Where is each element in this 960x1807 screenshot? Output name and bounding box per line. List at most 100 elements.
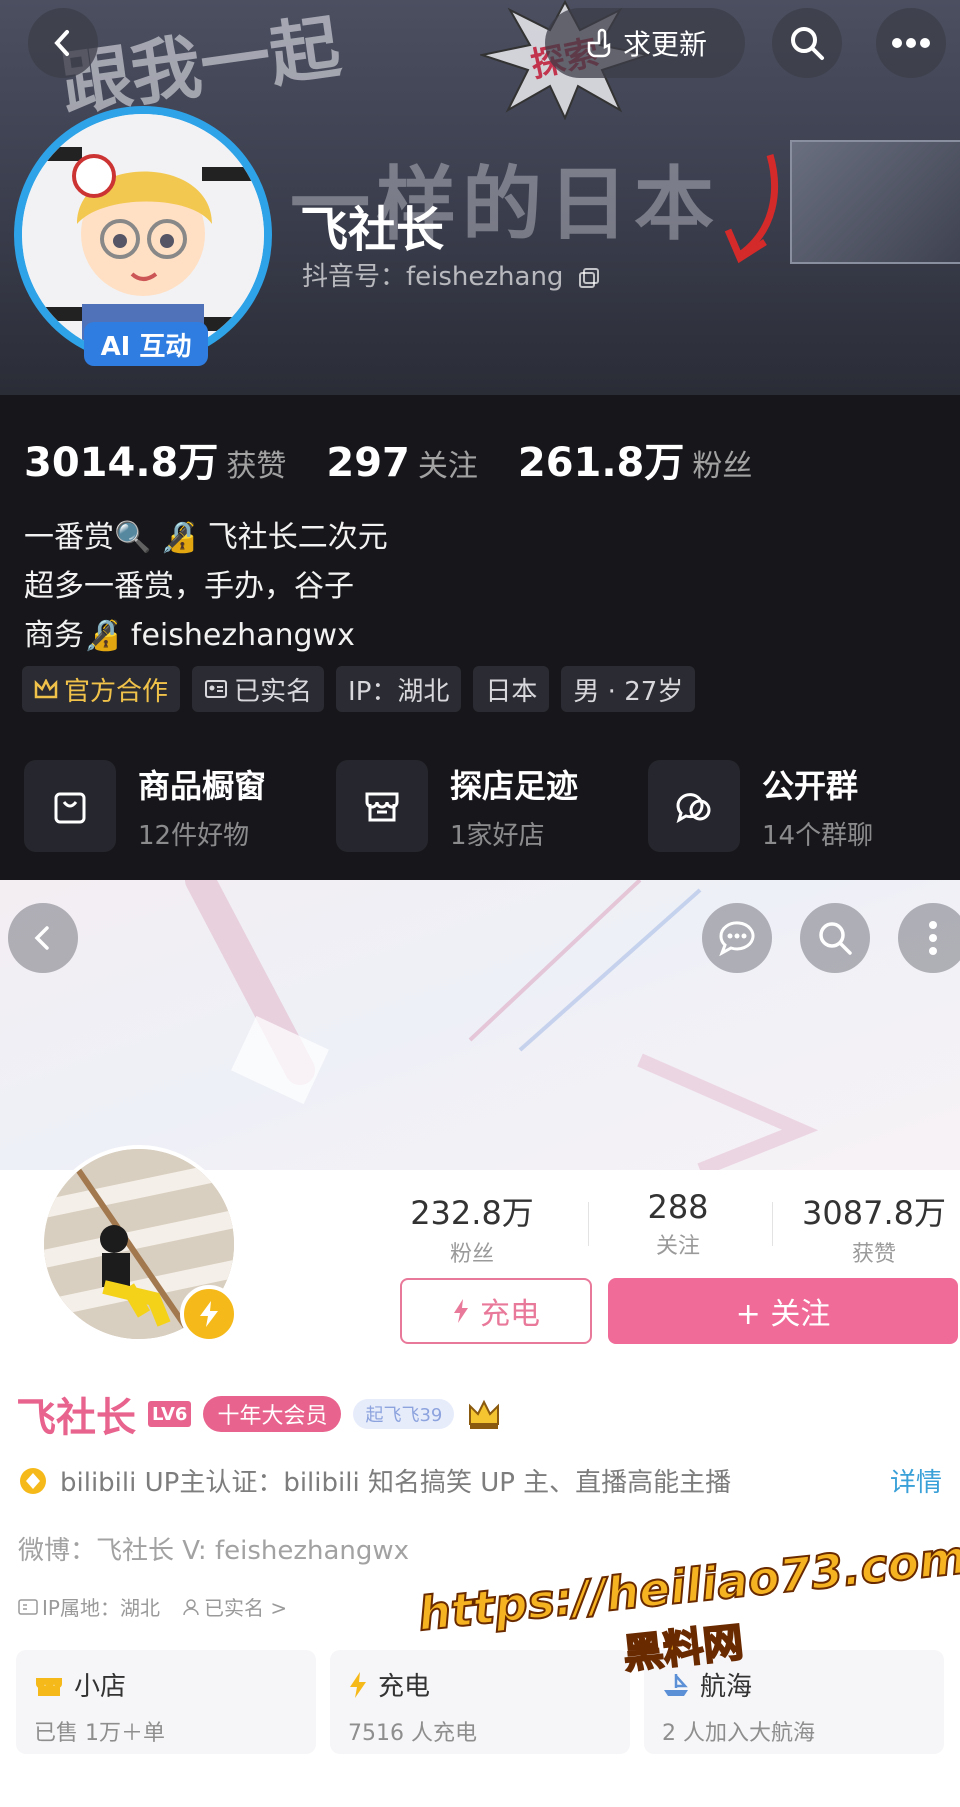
ip-row: IP属地：湖北 已实名 > (18, 1592, 287, 1621)
red-arrow-graphic (724, 154, 779, 264)
card-voyage-title: 航海 (700, 1672, 753, 1702)
follow-button[interactable]: + 关注 (608, 1278, 958, 1344)
entry-product-window-title: 商品橱窗 (138, 766, 267, 805)
avatar-image (22, 114, 264, 356)
crown-icon[interactable] (466, 1396, 502, 1432)
tag-gender-age-label: 男 · 27岁 (573, 676, 684, 707)
search-icon (791, 27, 824, 60)
bio-line-3: 商务🔏 feishezhangwx (24, 618, 355, 653)
up-verification-text: bilibili UP主认证：bilibili 知名搞笑 UP 主、直播高能主播 (60, 1468, 732, 1498)
space-banner (0, 880, 960, 1170)
followers-label: 粉丝 (692, 449, 753, 484)
chevron-left-icon (54, 30, 69, 56)
charge-button[interactable]: 充电 (400, 1278, 592, 1344)
tag-verified-label: 已实名 (234, 676, 313, 707)
entry-product-window[interactable]: 商品橱窗 12件好物 (24, 760, 336, 852)
shop-icon (36, 1677, 62, 1696)
crown-icon (34, 679, 58, 699)
request-update-label: 求更新 (622, 28, 707, 61)
stat-following[interactable]: 288 关注 (588, 1188, 768, 1260)
followers-label-2: 粉丝 (449, 1242, 494, 1267)
back-button[interactable] (28, 8, 98, 78)
tag-gender-age: 男 · 27岁 (561, 666, 696, 712)
entry-product-window-sub: 12件好物 (138, 820, 250, 851)
stat-followers[interactable]: 232.8万 粉丝 (382, 1188, 562, 1268)
entry-store-visits[interactable]: 探店足迹 1家好店 (336, 760, 648, 852)
copy-icon[interactable] (578, 267, 600, 289)
profile-banner: 跟我一起 一样的日本 探索 求更新 (0, 0, 960, 395)
search-button[interactable] (772, 8, 842, 78)
hand-pointing-icon (587, 28, 611, 58)
id-card-icon (18, 1598, 38, 1615)
search-button-2[interactable] (800, 903, 870, 973)
card-charge-title: 充电 (378, 1672, 431, 1702)
ai-interact-badge[interactable]: AI 互动 (84, 322, 208, 366)
tag-verified-name[interactable]: 已实名 (192, 666, 325, 712)
store-icon (336, 760, 428, 852)
entry-public-group-sub: 14个群聊 (762, 820, 874, 851)
douyin-id[interactable]: 抖音号：feishezhang (302, 256, 600, 293)
banner-thumbnail (790, 140, 960, 264)
realname-text: 已实名 > (203, 1596, 288, 1620)
up-verification: bilibili UP主认证：bilibili 知名搞笑 UP 主、直播高能主播… (18, 1462, 942, 1499)
following-count-2: 288 (647, 1188, 709, 1226)
person-check-icon (183, 1598, 199, 1615)
verification-detail-link[interactable]: 详情 (890, 1462, 942, 1499)
likes-count-2: 3087.8万 (802, 1194, 946, 1232)
search-icon (819, 922, 852, 955)
followers-count-2: 232.8万 (410, 1194, 534, 1232)
followers-count[interactable]: 261.8万 (518, 430, 685, 488)
cartoon-avatar-graphic (22, 114, 264, 356)
card-voyage-sub: 2 人加入大航海 (662, 1721, 815, 1746)
douyin-id-text: 抖音号：feishezhang (302, 262, 564, 292)
following-count[interactable]: 297 (326, 440, 410, 486)
tag-region-label: 日本 (485, 676, 538, 707)
message-button[interactable] (702, 903, 772, 973)
ip-location-text: IP属地：湖北 (42, 1596, 160, 1620)
following-label: 关注 (417, 449, 478, 484)
following-label-2: 关注 (655, 1234, 700, 1259)
bio-line-2: 超多一番赏，手办，谷子 (24, 569, 354, 604)
tag-ip-label: IP：湖北 (348, 676, 450, 707)
chevron-left-icon (34, 926, 49, 950)
request-update-button[interactable]: 求更新 (545, 8, 745, 78)
likes-label-2: 获赞 (851, 1242, 896, 1267)
entry-public-group-title: 公开群 (762, 766, 859, 805)
stat-likes[interactable]: 3087.8万 获赞 (784, 1188, 960, 1268)
back-button-2[interactable] (8, 903, 78, 973)
id-card-icon (205, 680, 228, 698)
fan-medal-badge[interactable]: 起飞飞39 (353, 1399, 455, 1429)
lightning-icon (350, 1671, 366, 1698)
bio-line-1: 一番赏🔍 🔏 飞社长二次元 (24, 520, 388, 555)
douyin-profile: 跟我一起 一样的日本 探索 求更新 (0, 0, 960, 880)
more-vertical-icon (929, 921, 937, 955)
tag-official-label: 官方合作 (64, 676, 169, 707)
profile-tags: 官方合作 已实名 IP：湖北 日本 男 · 27岁 (22, 666, 696, 712)
lightning-icon (200, 1301, 218, 1327)
banner-text-1: 跟我一起 (56, 5, 346, 127)
card-shop[interactable]: 小店 已售 1万＋单 (16, 1650, 316, 1754)
tag-official-partner[interactable]: 官方合作 (22, 666, 181, 712)
more-button[interactable] (876, 8, 946, 78)
chat-group-icon (648, 760, 740, 852)
verified-badge-icon (20, 1467, 46, 1494)
card-shop-title: 小店 (74, 1672, 127, 1702)
bag-icon (24, 760, 116, 852)
name-row: 飞社长 LV6 十年大会员 起飞飞39 (16, 1385, 502, 1443)
card-charge-sub: 7516 人充电 (348, 1721, 477, 1746)
more-dots-icon (892, 38, 930, 48)
profile-entries: 商品橱窗 12件好物 探店足迹 1家好店 公开群 14个群聊 (24, 760, 960, 852)
vip-badge[interactable]: 十年大会员 (203, 1396, 342, 1432)
entry-public-group[interactable]: 公开群 14个群聊 (648, 760, 960, 852)
tag-ip-location: IP：湖北 (336, 666, 462, 712)
more-button-2[interactable] (898, 903, 960, 973)
chat-bubble-icon (719, 921, 755, 956)
charge-badge (180, 1285, 238, 1343)
tag-region: 日本 (473, 666, 550, 712)
profile-stats: 3014.8万 获赞 297 关注 261.8万 粉丝 (24, 430, 792, 488)
realname-link[interactable]: 已实名 > (182, 1592, 287, 1621)
profile-name: 飞社长 (300, 202, 445, 258)
weibo-info: 微博：飞社长 V: feishezhangwx (18, 1536, 410, 1566)
screenshot-composite: 跟我一起 一样的日本 探索 求更新 (0, 0, 960, 1807)
likes-count[interactable]: 3014.8万 (24, 430, 218, 488)
